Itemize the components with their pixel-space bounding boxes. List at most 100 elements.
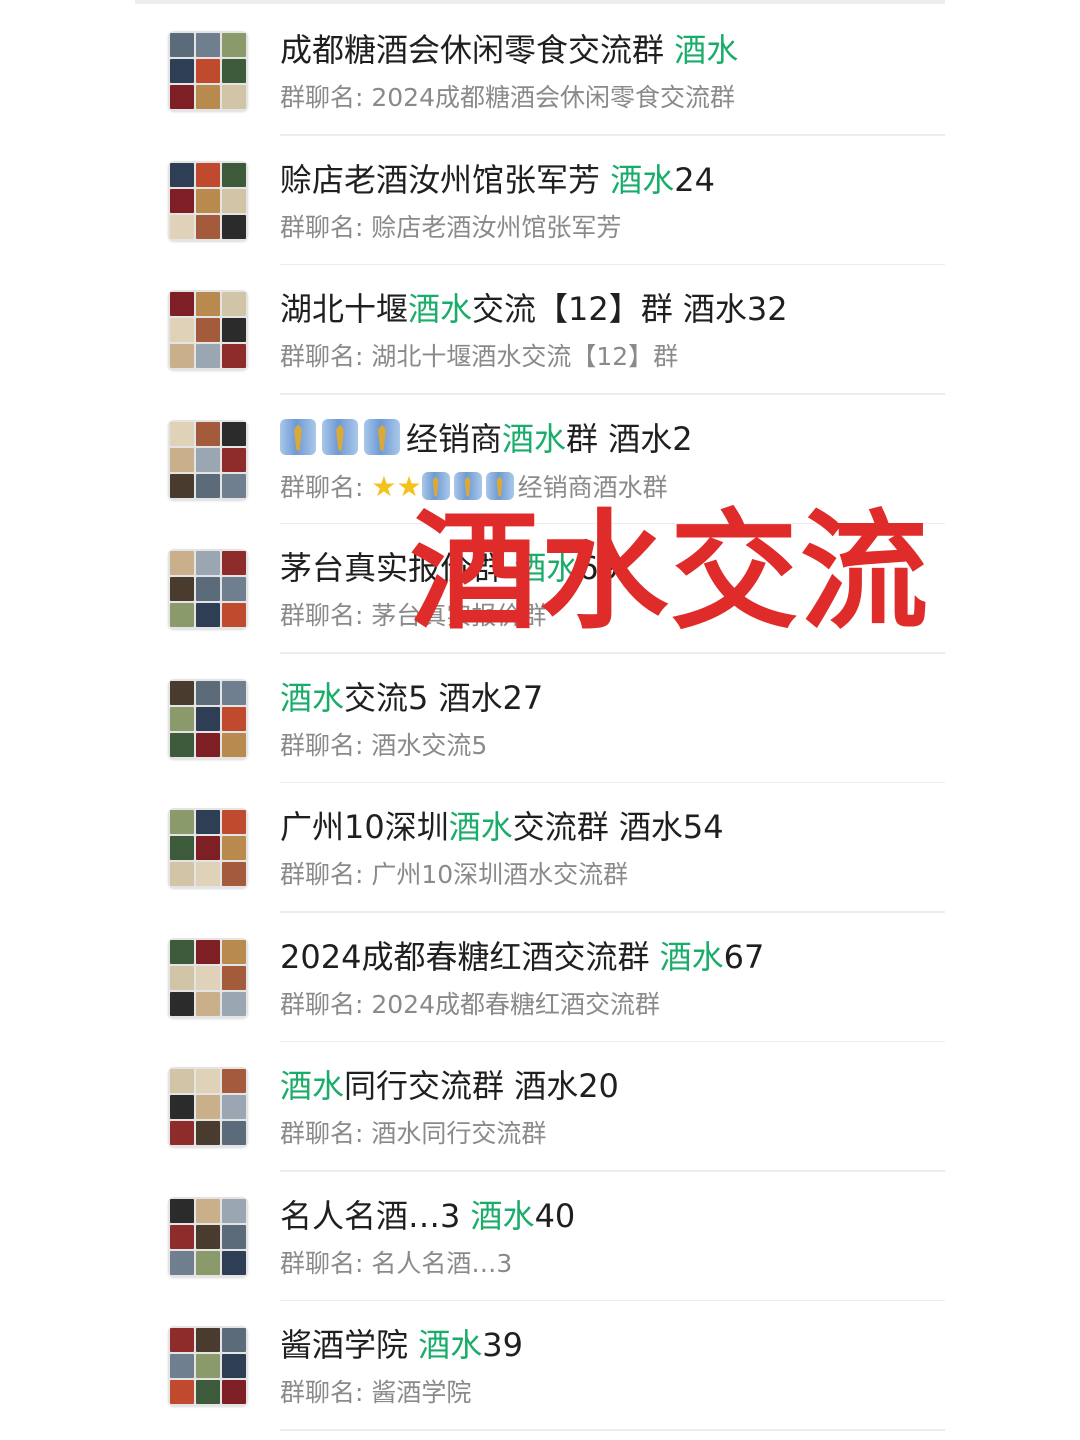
avatar-tile	[222, 706, 246, 731]
avatar-tile	[196, 1121, 220, 1145]
group-chat-name: 群聊名: 湖北十堰酒水交流【12】群	[280, 342, 679, 371]
avatar-tile	[170, 862, 194, 886]
avatar-tile	[196, 1095, 220, 1119]
necktie-emoji-icon	[364, 418, 400, 455]
avatar-tile	[170, 991, 194, 1016]
group-title: 2024成都春糖红酒交流群 酒水67	[280, 937, 765, 976]
avatar-tile	[222, 551, 246, 575]
avatar-tile	[170, 33, 194, 57]
keyword-highlight: 酒水	[659, 937, 724, 976]
group-row[interactable]: 名人名酒…3 酒水40 群聊名: 名人名酒…3	[0, 1172, 1080, 1301]
keyword-highlight: 酒水	[408, 290, 473, 328]
group-row[interactable]: 酒水同行交流群 酒水20 群聊名: 酒水同行交流群	[0, 1042, 1080, 1172]
avatar-tile	[222, 162, 246, 187]
avatar-tile	[170, 1198, 194, 1223]
avatar-tile	[196, 836, 220, 860]
avatar-tile	[170, 836, 194, 860]
avatar-tile	[196, 1354, 220, 1378]
avatar-tile	[196, 85, 220, 109]
group-title: 名人名酒…3 酒水40	[280, 1196, 576, 1235]
avatar-tile	[196, 292, 220, 316]
star-emoji-icon: ★	[371, 469, 397, 503]
avatar-tile	[222, 421, 246, 446]
group-chat-name: 群聊名: 赊店老酒汝州馆张军芳	[280, 212, 622, 242]
group-row[interactable]: 赊店老酒汝州馆张军芳 酒水24 群聊名: 赊店老酒汝州馆张军芳	[0, 136, 1080, 265]
avatar-tile	[222, 59, 246, 83]
avatar-tile	[170, 732, 194, 757]
avatar-tile	[170, 939, 194, 964]
avatar-tile	[222, 1121, 246, 1145]
avatar-tile	[222, 1224, 246, 1249]
avatar-tile	[170, 551, 194, 575]
avatar-tile	[222, 214, 246, 239]
keyword-highlight: 酒水	[674, 31, 739, 69]
group-avatar	[168, 549, 248, 629]
group-row[interactable]: 成都糖酒会休闲零食交流群 酒水 群聊名: 2024成都糖酒会休闲零食交流群	[0, 6, 1080, 136]
avatar-tile	[196, 1328, 220, 1352]
group-title: 成都糖酒会休闲零食交流群 酒水	[280, 31, 739, 69]
avatar-tile	[170, 214, 194, 239]
avatar-tile	[222, 577, 246, 601]
avatar-tile	[196, 33, 220, 57]
group-row[interactable]: 2024成都春糖红酒交流群 酒水67 群聊名: 2024成都春糖红酒交流群	[0, 913, 1080, 1042]
group-row[interactable]: 广州10深圳酒水交流群 酒水54 群聊名: 广州10深圳酒水交流群	[0, 783, 1080, 913]
avatar-tile	[170, 421, 194, 446]
avatar-tile	[170, 810, 194, 834]
avatar-tile	[170, 1069, 194, 1093]
row-divider	[280, 1429, 945, 1431]
group-title: 酱酒学院 酒水39	[280, 1326, 523, 1364]
avatar-tile	[170, 85, 194, 109]
avatar-tile	[196, 421, 220, 446]
group-chat-name: 群聊名: 2024成都糖酒会休闲零食交流群	[280, 83, 735, 112]
avatar-tile	[222, 344, 246, 368]
group-avatar	[168, 808, 248, 888]
group-avatar	[168, 1326, 248, 1406]
group-title: 赊店老酒汝州馆张军芳 酒水24	[280, 160, 715, 199]
keyword-highlight: 酒水	[280, 1067, 345, 1105]
avatar-tile	[222, 85, 246, 109]
group-avatar	[168, 1067, 248, 1147]
avatar-tile	[196, 214, 220, 239]
avatar-tile	[196, 551, 220, 575]
avatar-tile	[222, 810, 246, 834]
avatar-tile	[222, 1069, 246, 1093]
keyword-highlight: 酒水	[448, 808, 513, 846]
keyword-highlight: 酒水	[610, 160, 675, 199]
avatar-tile	[196, 965, 220, 990]
group-row[interactable]: 酱酒学院 酒水39 群聊名: 酱酒学院	[0, 1301, 1080, 1431]
group-avatar	[168, 678, 248, 759]
avatar-tile	[222, 862, 246, 886]
avatar-tile	[196, 577, 220, 601]
avatar-tile	[222, 991, 246, 1016]
avatar-tile	[170, 1224, 194, 1249]
avatar-tile	[170, 1095, 194, 1119]
avatar-tile	[196, 680, 220, 705]
avatar-tile	[222, 292, 246, 316]
keyword-highlight: 酒水	[470, 1196, 535, 1235]
avatar-tile	[196, 1198, 220, 1223]
group-row[interactable]: 湖北十堰酒水交流【12】群 酒水32 群聊名: 湖北十堰酒水交流【12】群	[0, 265, 1080, 395]
group-row[interactable]: 酒水交流5 酒水27 群聊名: 酒水交流5	[0, 654, 1080, 783]
group-title: 湖北十堰酒水交流【12】群 酒水32	[280, 290, 788, 328]
keyword-highlight: 酒水	[502, 419, 567, 458]
avatar-tile	[222, 33, 246, 57]
avatar-tile	[222, 447, 246, 472]
keyword-highlight: 酒水	[280, 678, 345, 717]
avatar-tile	[170, 188, 194, 213]
avatar-tile	[170, 603, 194, 627]
avatar-tile	[170, 318, 194, 342]
avatar-tile	[170, 1380, 194, 1404]
avatar-tile	[222, 318, 246, 342]
avatar-tile	[196, 1224, 220, 1249]
avatar-tile	[196, 188, 220, 213]
avatar-tile	[196, 344, 220, 368]
avatar-tile	[196, 706, 220, 731]
necktie-emoji-icon	[280, 418, 316, 455]
avatar-tile	[170, 447, 194, 472]
group-search-results: 成都糖酒会休闲零食交流群 酒水 群聊名: 2024成都糖酒会休闲零食交流群 赊店…	[0, 6, 1080, 1431]
group-chat-name: 群聊名: 广州10深圳酒水交流群	[280, 860, 629, 889]
group-avatar	[168, 290, 248, 370]
avatar-tile	[196, 473, 220, 498]
group-title: 酒水交流5 酒水27	[280, 678, 544, 717]
avatar-tile	[196, 162, 220, 187]
